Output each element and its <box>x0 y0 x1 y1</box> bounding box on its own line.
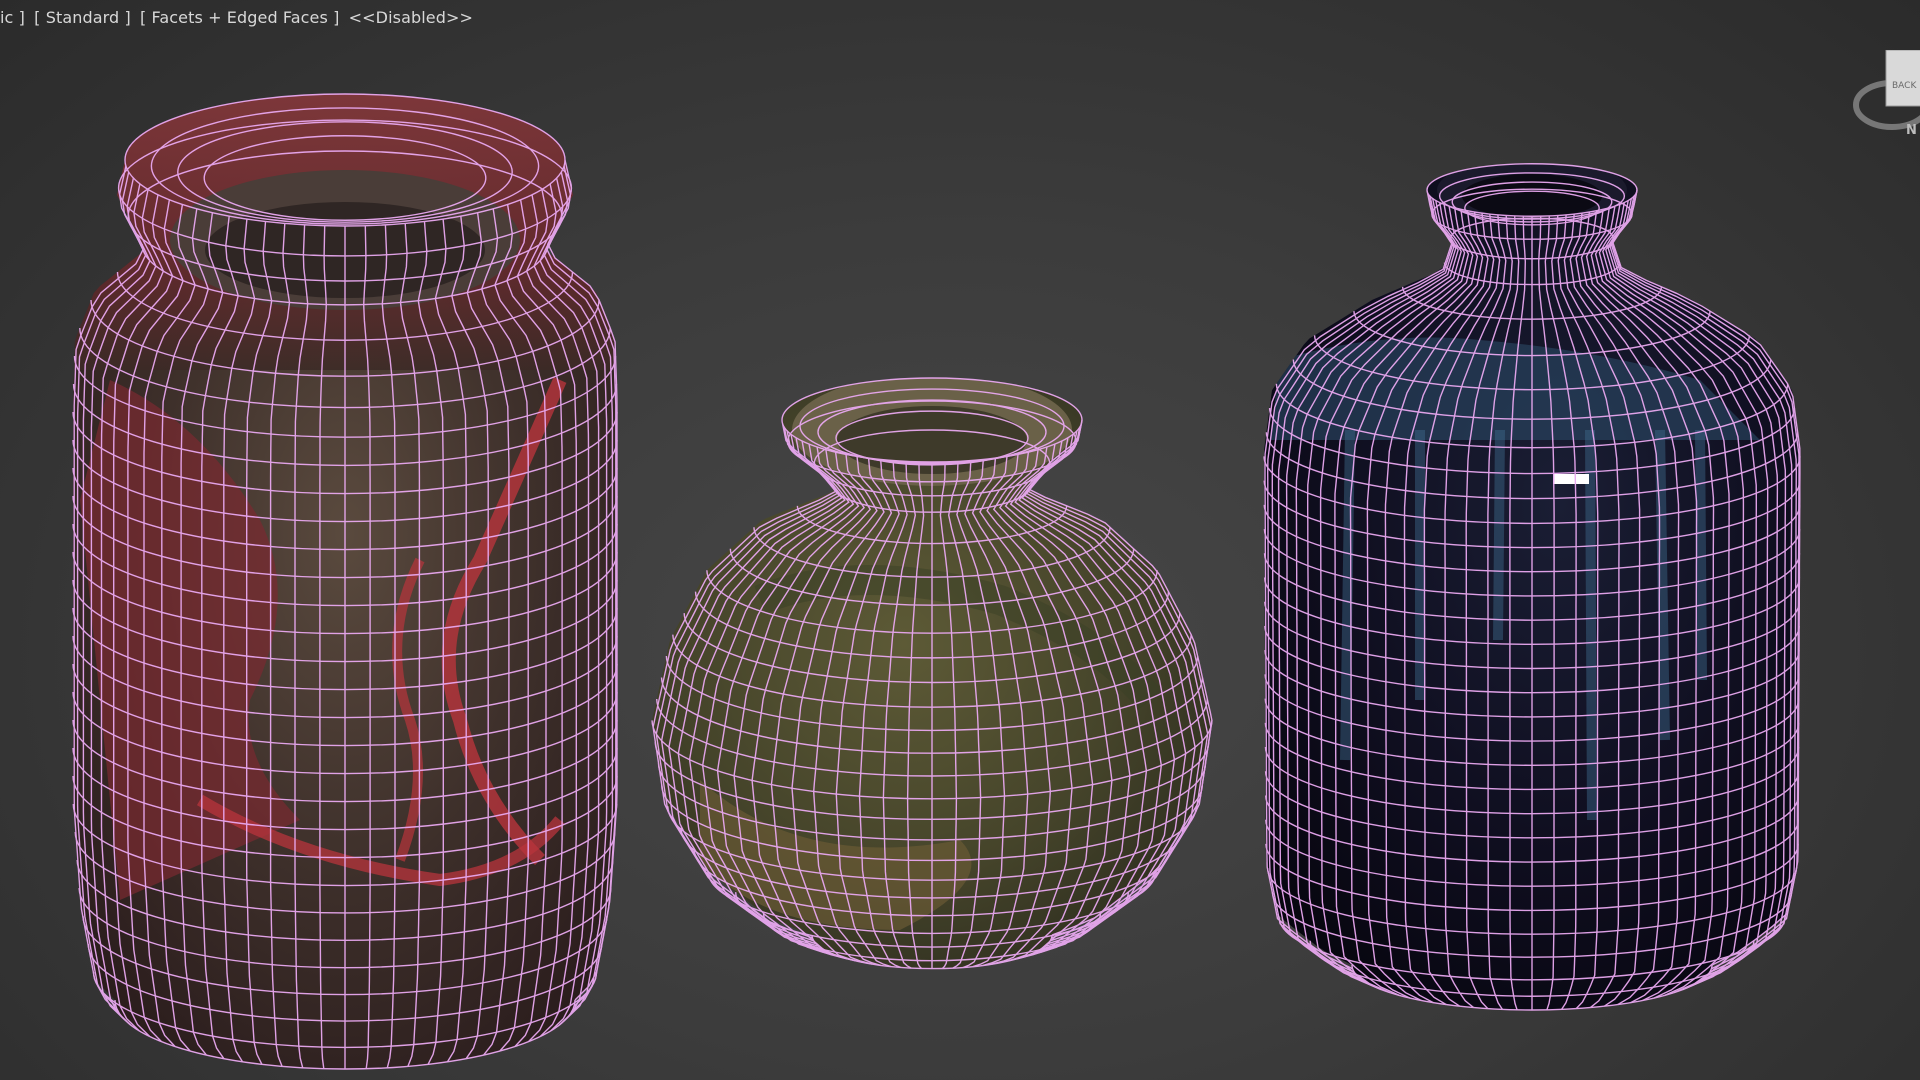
viewcube-icon[interactable]: BACK N <box>1844 50 1920 140</box>
viewcube-face-label: BACK <box>1892 81 1917 91</box>
viewcube-compass-label: N <box>1906 123 1917 138</box>
viewcube-face[interactable] <box>1885 50 1920 107</box>
scene-canvas <box>60 90 1801 1070</box>
object-round-green-vase[interactable] <box>651 374 1213 970</box>
object-tall-red-jar[interactable] <box>60 90 620 1070</box>
object-dark-blue-bottle[interactable] <box>1263 158 1801 1011</box>
viewport-3d[interactable]: ic ] [ Standard ] [ Facets + Edged Faces… <box>0 0 1920 1080</box>
